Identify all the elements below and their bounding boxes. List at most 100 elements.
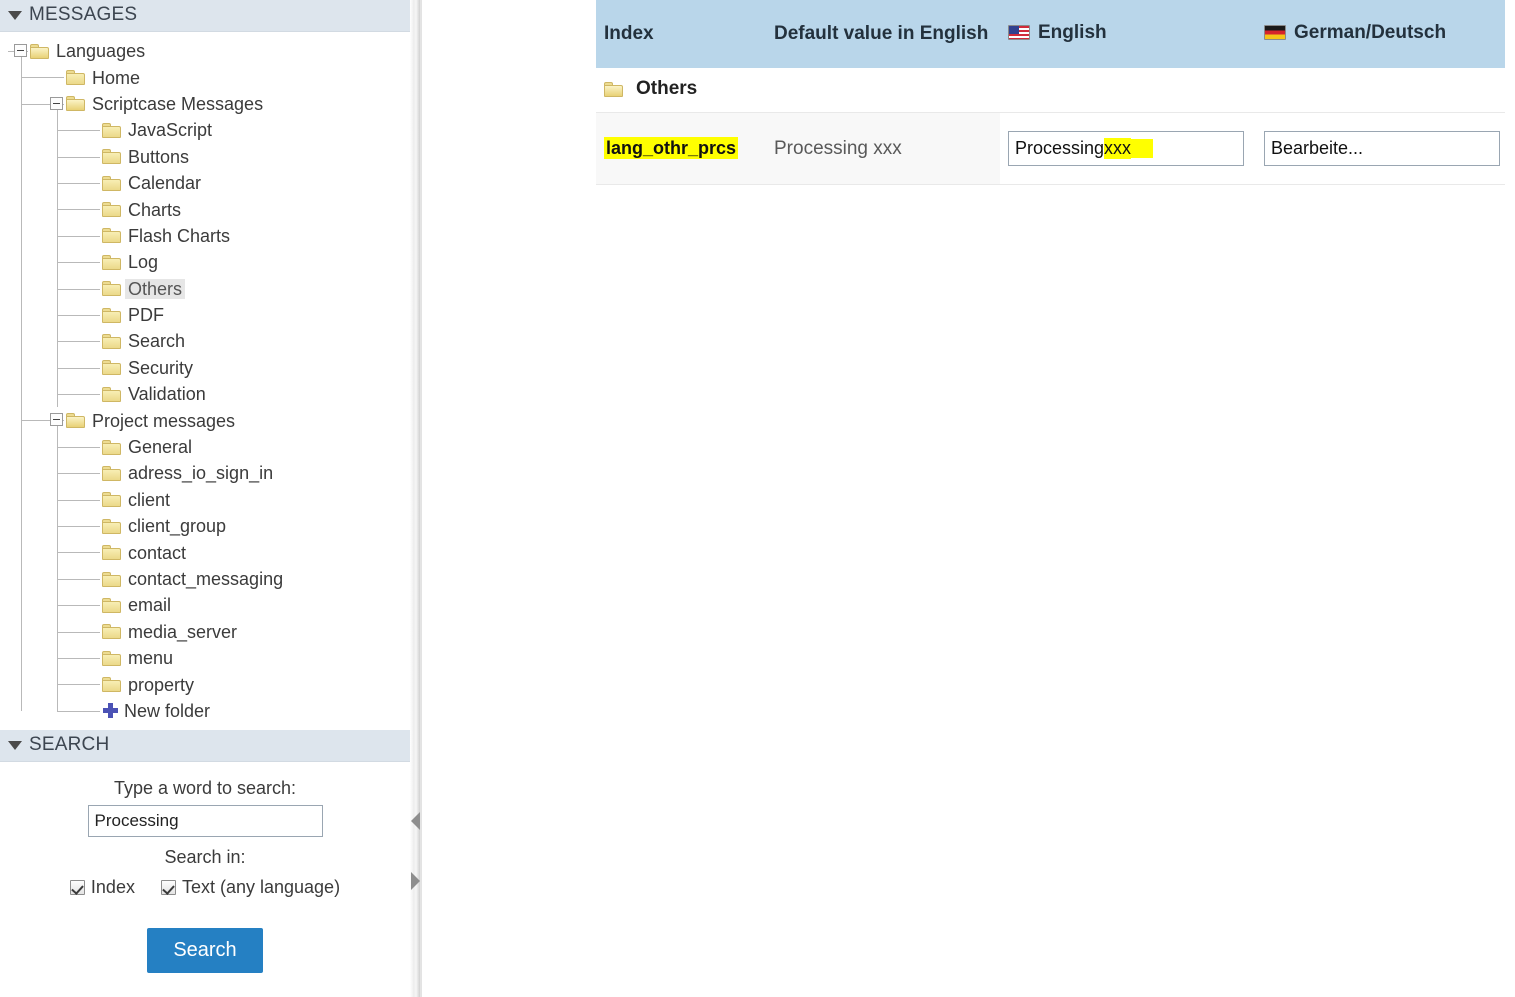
tree-item-pdf[interactable]: PDF	[0, 301, 410, 329]
tree-expander-minus-icon[interactable]	[14, 44, 27, 57]
tree-expander-minus-icon[interactable]	[50, 96, 63, 110]
tree-item-adress-io-sign-in[interactable]: adress_io_sign_in	[0, 460, 410, 487]
tree-guides	[0, 460, 102, 487]
tree-guides	[0, 486, 102, 514]
messages-panel-header[interactable]: MESSAGES	[0, 0, 410, 32]
tree-item-label: Log	[128, 252, 159, 273]
tree-item-charts[interactable]: Charts	[0, 196, 410, 223]
cell-default-value: Processing xxx	[766, 112, 1000, 185]
tree-item-flash-charts[interactable]: Flash Charts	[0, 222, 410, 250]
checkbox-index-label: Index	[90, 877, 135, 898]
panel-splitter[interactable]	[410, 0, 422, 997]
tree-guides	[0, 513, 102, 540]
checkbox-text-any-language[interactable]: Text (any language)	[160, 877, 340, 898]
tree-item-contact[interactable]: contact	[0, 539, 410, 566]
column-header-german-label: German/Deutsch	[1294, 21, 1447, 43]
cell-index: lang_othr_prcs	[596, 112, 766, 185]
arrow-right-icon[interactable]	[411, 872, 420, 890]
folder-icon	[102, 465, 121, 481]
messages-tree: Languages Home Scriptcase Messages JavaScri…	[0, 32, 410, 724]
search-word-label: Type a word to search:	[113, 778, 297, 799]
tree-item-label: Search	[128, 331, 186, 352]
folder-icon	[102, 597, 121, 613]
tree-item-label: Languages	[56, 41, 146, 62]
tree-item-project-messages[interactable]: Project messages	[0, 407, 410, 434]
tree-item-label: Buttons	[128, 146, 190, 167]
group-row-label: Others	[636, 78, 698, 99]
tree-guides	[0, 381, 102, 408]
checkbox-checked-icon	[69, 880, 85, 896]
tree-item-others[interactable]: Others	[0, 275, 410, 302]
tree-item-security[interactable]: Security	[0, 354, 410, 382]
german-value-input[interactable]: Bearbeite...	[1264, 131, 1500, 166]
arrow-left-icon[interactable]	[411, 812, 420, 830]
tree-item-label: Calendar	[128, 173, 202, 194]
folder-icon	[102, 333, 121, 349]
search-panel-header[interactable]: SEARCH	[0, 730, 410, 763]
table-body: Others lang_othr_prcs Processing xxx Pro…	[596, 68, 1505, 185]
tree-item-label: media_server	[128, 621, 238, 642]
tree-item-contact-messaging[interactable]: contact_messaging	[0, 565, 410, 593]
group-row-others[interactable]: Others	[596, 68, 1505, 113]
tree-item-validation[interactable]: Validation	[0, 381, 410, 408]
tree-item-languages[interactable]: Languages	[0, 38, 410, 65]
tree-guides	[0, 354, 102, 382]
tree-item-label: Home	[92, 67, 141, 88]
search-panel: SEARCH Type a word to search: Search in:…	[0, 730, 410, 974]
tree-guides	[0, 196, 102, 223]
tree-item-property[interactable]: property	[0, 671, 410, 698]
tree-item-media-server[interactable]: media_server	[0, 618, 410, 645]
folder-icon	[102, 122, 121, 138]
column-header-default-label: Default value in English	[774, 23, 989, 44]
column-header-default[interactable]: Default value in English	[766, 0, 1000, 68]
tree-expander-minus-icon[interactable]	[50, 413, 63, 427]
search-panel-title: SEARCH	[29, 734, 110, 756]
column-header-index-label: Index	[604, 23, 654, 44]
table-row: lang_othr_prcs Processing xxx Processing…	[596, 112, 1505, 185]
tree-item-scriptcase-messages[interactable]: Scriptcase Messages	[0, 90, 410, 118]
folder-icon	[66, 70, 85, 86]
tree-item-calendar[interactable]: Calendar	[0, 169, 410, 197]
folder-icon	[102, 624, 121, 640]
english-value-input[interactable]: Processing xxx	[1008, 131, 1244, 166]
search-scope-checkboxes: Index Text (any language)	[0, 877, 410, 898]
tree-item-search[interactable]: Search	[0, 328, 410, 355]
tree-guides	[0, 644, 102, 672]
tree-item-home[interactable]: Home	[0, 64, 410, 91]
column-header-index[interactable]: Index	[596, 0, 766, 68]
tree-guides	[0, 539, 102, 566]
tree-guides	[0, 433, 102, 461]
de-flag-icon	[1264, 25, 1286, 41]
folder-open-icon	[66, 413, 85, 429]
checkbox-index[interactable]: Index	[69, 877, 135, 898]
tree-item-menu[interactable]: menu	[0, 644, 410, 672]
tree-guides	[0, 565, 102, 593]
tree-item-client[interactable]: client	[0, 486, 410, 514]
table-header-row: Index Default value in English English G…	[596, 0, 1505, 68]
tree-item-label: Others	[125, 278, 186, 299]
folder-icon	[102, 307, 121, 323]
folder-icon	[102, 202, 121, 218]
column-header-german[interactable]: German/Deutsch	[1256, 0, 1505, 68]
tree-guides	[0, 38, 30, 65]
main-content: Index Default value in English English G…	[596, 0, 1505, 997]
tree-item-general[interactable]: General	[0, 433, 410, 461]
folder-open-icon	[30, 43, 49, 59]
tree-item-javascript[interactable]: JavaScript	[0, 117, 410, 144]
tree-item-client-group[interactable]: client_group	[0, 513, 410, 540]
tree-item-new-folder[interactable]: New folder	[0, 697, 410, 724]
tree-item-email[interactable]: email	[0, 592, 410, 619]
tree-guides	[0, 117, 102, 144]
tree-guides	[0, 407, 66, 434]
cell-german-value: Bearbeite...	[1256, 112, 1505, 185]
folder-icon	[102, 360, 121, 376]
cell-english-value: Processing xxx	[1000, 112, 1256, 185]
tree-item-buttons[interactable]: Buttons	[0, 143, 410, 170]
tree-item-log[interactable]: Log	[0, 249, 410, 276]
search-input[interactable]	[87, 805, 323, 838]
column-header-english[interactable]: English	[1000, 0, 1256, 68]
tree-guides	[0, 222, 102, 250]
search-button[interactable]: Search	[147, 928, 263, 974]
tree-item-label: property	[128, 674, 195, 695]
tree-guides	[0, 697, 102, 724]
